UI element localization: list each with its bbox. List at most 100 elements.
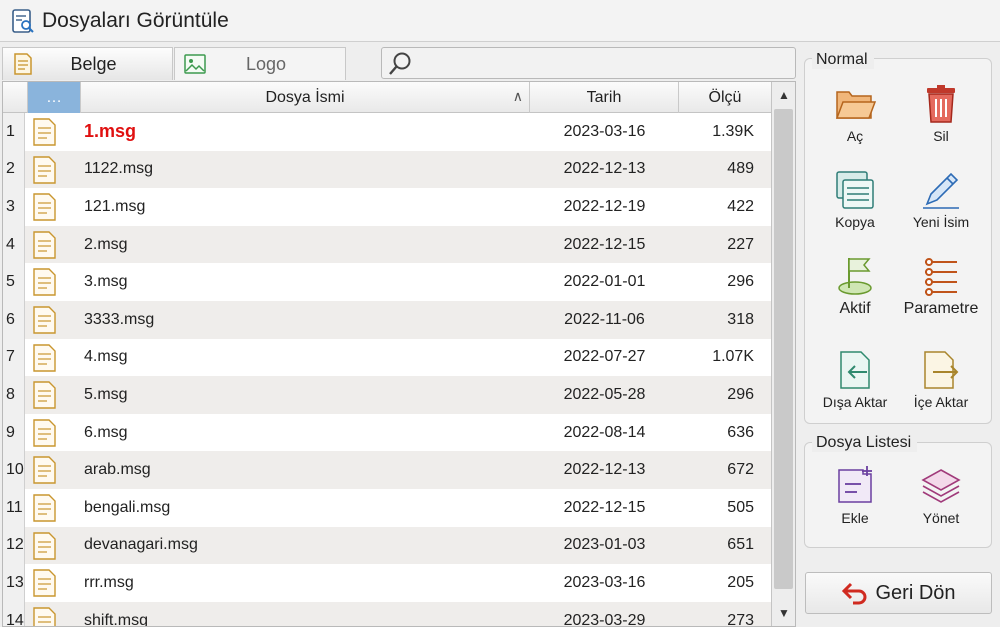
document-icon: [33, 419, 56, 447]
select-all-column[interactable]: …: [27, 82, 81, 113]
trash-icon: [927, 85, 955, 123]
column-name-label: Dosya İsmi: [265, 88, 345, 106]
table-row[interactable]: 11 bengali.msg 2022-12-15 505: [3, 488, 771, 527]
table-row[interactable]: 9 6.msg 2022-08-14 636: [3, 413, 771, 452]
table-row[interactable]: 6 3333.msg 2022-11-06 318: [3, 300, 771, 339]
table-row[interactable]: 7 4.msg 2022-07-27 1.07K: [3, 338, 771, 377]
import-button[interactable]: İçe Aktar: [896, 348, 986, 410]
file-size: 489: [727, 160, 754, 178]
document-icon: [33, 118, 56, 146]
table-row[interactable]: 12 devanagari.msg 2023-01-03 651: [3, 526, 771, 565]
delete-label: Sil: [933, 128, 949, 144]
tab-logo-label: Logo: [245, 53, 287, 74]
file-size: 672: [727, 461, 754, 479]
copy-label: Kopya: [835, 214, 875, 230]
search-icon[interactable]: [386, 50, 414, 78]
import-icon: [924, 351, 959, 389]
table-row[interactable]: 13 rrr.msg 2023-03-16 205: [3, 564, 771, 602]
import-label: İçe Aktar: [913, 394, 969, 410]
file-list-group-title: Dosya Listesi: [812, 434, 918, 452]
file-date: 2022-08-14: [563, 423, 646, 441]
file-date: 2022-12-15: [563, 235, 646, 253]
table-row[interactable]: 5 3.msg 2022-01-01 296: [3, 263, 771, 301]
file-name: 1122.msg: [84, 160, 154, 178]
file-size: 273: [727, 611, 754, 627]
file-name: 5.msg: [84, 385, 128, 403]
table-row[interactable]: 8 5.msg 2022-05-28 296: [3, 376, 771, 414]
file-date: 2023-03-16: [563, 573, 646, 591]
row-number: 12: [3, 526, 25, 565]
row-number: 1: [3, 113, 25, 151]
parameter-button[interactable]: Parametre: [896, 254, 986, 318]
back-label: Geri Dön: [875, 581, 956, 604]
file-date: 2022-12-13: [563, 160, 646, 178]
row-number: 4: [3, 225, 25, 264]
active-label: Aktif: [839, 300, 871, 317]
tab-logo[interactable]: Logo: [174, 47, 346, 80]
table-row[interactable]: 2 1122.msg 2022-12-13 489: [3, 150, 771, 189]
file-name: rrr.msg: [84, 573, 134, 591]
vertical-scrollbar[interactable]: ▲ ▼: [771, 82, 795, 626]
scrollbar-thumb[interactable]: [774, 109, 793, 589]
row-number: 14: [3, 601, 25, 626]
table-row[interactable]: 14 shift.msg 2023-03-29 273: [3, 601, 771, 627]
column-header-date[interactable]: Tarih: [530, 82, 679, 113]
document-icon: [33, 155, 56, 184]
sort-ascending-icon: ∧: [512, 88, 523, 104]
row-number: 5: [3, 263, 25, 301]
parameter-label: Parametre: [903, 300, 979, 317]
file-name: 1.msg: [84, 121, 137, 142]
image-icon: [184, 54, 206, 74]
document-icon: [33, 381, 56, 409]
active-button[interactable]: Aktif: [810, 254, 900, 318]
document-icon: [14, 53, 32, 75]
flag-icon: [838, 258, 872, 295]
file-name: 6.msg: [84, 423, 128, 441]
manage-button[interactable]: Yönet: [896, 464, 986, 526]
table-row[interactable]: 3 121.msg 2022-12-19 422: [3, 188, 771, 226]
scroll-up-icon[interactable]: ▲: [772, 82, 795, 108]
tab-belge[interactable]: Belge: [2, 47, 173, 80]
table-row[interactable]: 1 1.msg 2023-03-16 1.39K: [3, 113, 771, 151]
file-name: 3333.msg: [84, 310, 155, 328]
file-name: arab.msg: [84, 461, 151, 479]
file-size: 651: [727, 536, 754, 554]
document-icon: [33, 343, 56, 372]
file-name: 4.msg: [84, 348, 128, 366]
copy-icon: [836, 171, 874, 209]
document-icon: [33, 569, 56, 597]
export-button[interactable]: Dışa Aktar: [810, 348, 900, 410]
file-name: 3.msg: [84, 273, 128, 291]
table-row[interactable]: 4 2.msg 2022-12-15 227: [3, 225, 771, 264]
file-size: 1.07K: [712, 348, 754, 366]
search-input[interactable]: [381, 47, 796, 79]
row-number: 6: [3, 300, 25, 339]
delete-button[interactable]: Sil: [896, 82, 986, 144]
export-icon: [840, 351, 870, 389]
file-name: shift.msg: [84, 611, 149, 627]
column-header-name[interactable]: Dosya İsmi ∧: [81, 82, 530, 113]
file-date: 2023-03-16: [563, 122, 646, 140]
document-icon: [33, 531, 56, 560]
open-button[interactable]: Aç: [810, 82, 900, 144]
return-arrow-icon: [842, 582, 867, 605]
column-header-size[interactable]: Ölçü: [679, 82, 771, 113]
document-icon: [33, 456, 56, 485]
file-size: 318: [727, 310, 754, 328]
table-row[interactable]: 10 arab.msg 2022-12-13 672: [3, 451, 771, 489]
file-date: 2023-01-03: [563, 536, 646, 554]
layers-icon: [921, 469, 961, 503]
table-header: … Dosya İsmi ∧ Tarih Ölçü: [3, 82, 771, 113]
add-button[interactable]: Ekle: [810, 464, 900, 526]
rename-button[interactable]: Yeni İsim: [896, 168, 986, 230]
export-label: Dışa Aktar: [822, 394, 888, 410]
row-number: 9: [3, 413, 25, 452]
back-button[interactable]: Geri Dön: [805, 572, 992, 614]
row-number: 3: [3, 188, 25, 226]
scroll-down-icon[interactable]: ▼: [772, 600, 795, 626]
document-icon: [33, 268, 56, 297]
file-date: 2022-11-06: [564, 310, 645, 328]
file-date: 2022-05-28: [563, 385, 646, 403]
file-name: 121.msg: [84, 197, 146, 215]
copy-button[interactable]: Kopya: [810, 168, 900, 230]
